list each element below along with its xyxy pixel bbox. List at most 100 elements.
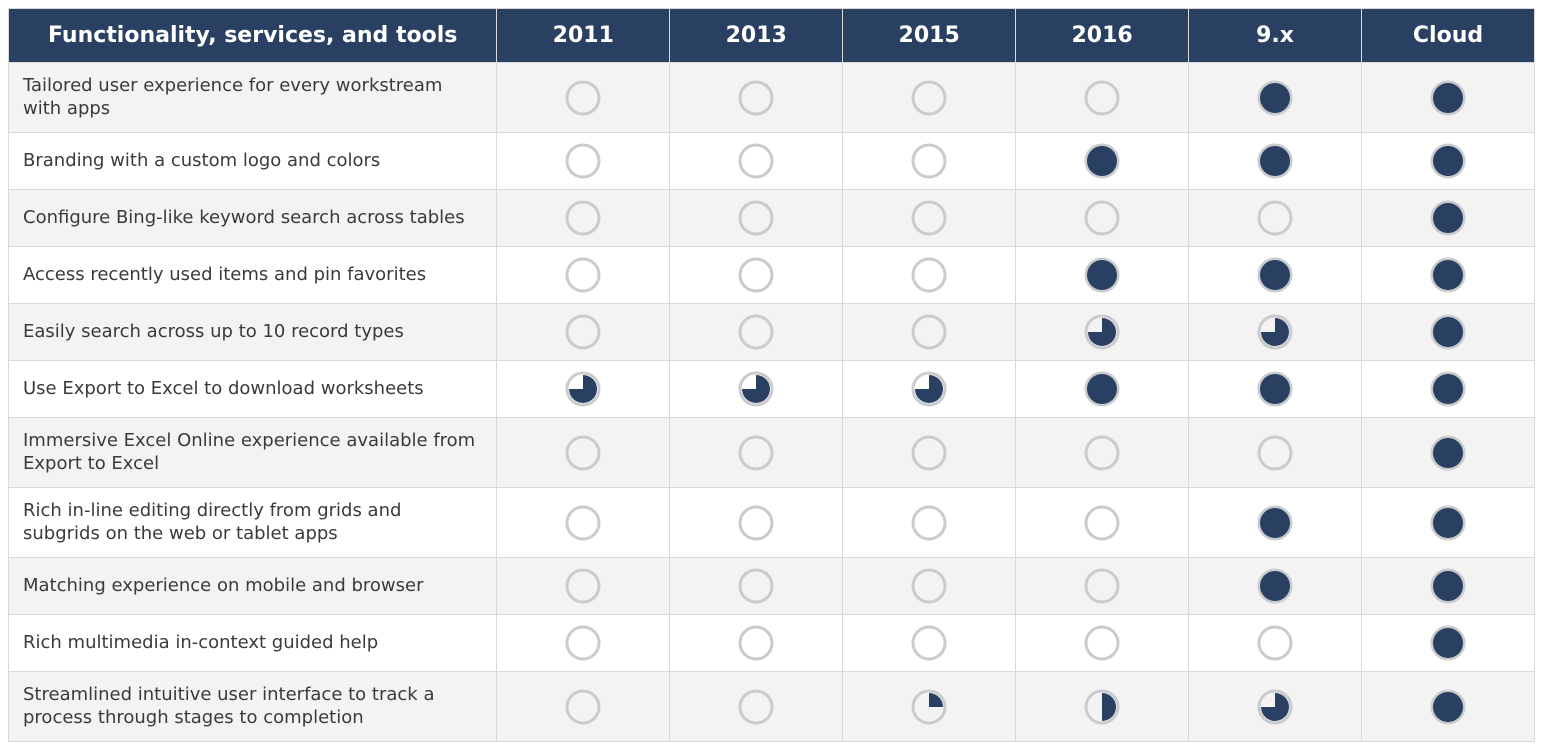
coverage-icon bbox=[1084, 568, 1120, 604]
coverage-cell bbox=[1362, 615, 1535, 672]
coverage-icon bbox=[1430, 625, 1466, 661]
coverage-cell bbox=[1189, 558, 1362, 615]
coverage-cell bbox=[1189, 418, 1362, 488]
coverage-cell bbox=[1189, 63, 1362, 133]
coverage-cell bbox=[497, 672, 670, 742]
coverage-cell bbox=[670, 488, 843, 558]
coverage-icon bbox=[911, 689, 947, 725]
coverage-cell bbox=[1362, 247, 1535, 304]
coverage-icon bbox=[738, 435, 774, 471]
col-feature: Functionality, services, and tools bbox=[9, 9, 497, 63]
coverage-icon bbox=[1257, 143, 1293, 179]
coverage-icon bbox=[1430, 435, 1466, 471]
feature-label: Use Export to Excel to download workshee… bbox=[9, 361, 497, 418]
coverage-icon bbox=[565, 435, 601, 471]
coverage-icon bbox=[1084, 435, 1120, 471]
coverage-icon bbox=[565, 505, 601, 541]
coverage-icon bbox=[1257, 435, 1293, 471]
coverage-icon bbox=[738, 200, 774, 236]
coverage-cell bbox=[1016, 615, 1189, 672]
table-row: Branding with a custom logo and colors bbox=[9, 133, 1535, 190]
coverage-cell bbox=[1016, 63, 1189, 133]
coverage-icon bbox=[1084, 505, 1120, 541]
table-row: Configure Bing-like keyword search acros… bbox=[9, 190, 1535, 247]
coverage-icon bbox=[1084, 371, 1120, 407]
coverage-icon bbox=[1257, 625, 1293, 661]
coverage-icon bbox=[1430, 568, 1466, 604]
coverage-icon bbox=[1084, 625, 1120, 661]
coverage-icon bbox=[738, 505, 774, 541]
table-row: Matching experience on mobile and browse… bbox=[9, 558, 1535, 615]
coverage-icon bbox=[1257, 505, 1293, 541]
coverage-cell bbox=[1016, 558, 1189, 615]
coverage-cell bbox=[497, 361, 670, 418]
col-2013: 2013 bbox=[670, 9, 843, 63]
coverage-icon bbox=[1257, 689, 1293, 725]
coverage-icon bbox=[911, 505, 947, 541]
coverage-cell bbox=[1016, 361, 1189, 418]
coverage-cell bbox=[670, 133, 843, 190]
coverage-icon bbox=[738, 371, 774, 407]
coverage-icon bbox=[1084, 257, 1120, 293]
coverage-icon bbox=[1430, 689, 1466, 725]
coverage-icon bbox=[738, 257, 774, 293]
coverage-cell bbox=[497, 488, 670, 558]
coverage-icon bbox=[1084, 689, 1120, 725]
coverage-icon bbox=[1430, 143, 1466, 179]
coverage-icon bbox=[738, 314, 774, 350]
coverage-cell bbox=[1362, 361, 1535, 418]
coverage-icon bbox=[1257, 371, 1293, 407]
feature-label: Easily search across up to 10 record typ… bbox=[9, 304, 497, 361]
coverage-icon bbox=[911, 371, 947, 407]
coverage-icon bbox=[738, 689, 774, 725]
coverage-cell bbox=[1189, 672, 1362, 742]
coverage-icon bbox=[1257, 80, 1293, 116]
coverage-icon bbox=[1084, 143, 1120, 179]
coverage-icon bbox=[1084, 200, 1120, 236]
header-row: Functionality, services, and tools 2011 … bbox=[9, 9, 1535, 63]
coverage-icon bbox=[738, 143, 774, 179]
coverage-cell bbox=[1189, 190, 1362, 247]
feature-label: Access recently used items and pin favor… bbox=[9, 247, 497, 304]
coverage-cell bbox=[670, 418, 843, 488]
coverage-cell bbox=[497, 247, 670, 304]
table-row: Immersive Excel Online experience availa… bbox=[9, 418, 1535, 488]
coverage-cell bbox=[497, 304, 670, 361]
coverage-cell bbox=[843, 190, 1016, 247]
coverage-cell bbox=[843, 418, 1016, 488]
feature-label: Rich in-line editing directly from grids… bbox=[9, 488, 497, 558]
feature-label: Rich multimedia in-context guided help bbox=[9, 615, 497, 672]
coverage-cell bbox=[670, 247, 843, 304]
table-row: Tailored user experience for every works… bbox=[9, 63, 1535, 133]
coverage-cell bbox=[1362, 672, 1535, 742]
coverage-cell bbox=[497, 63, 670, 133]
coverage-cell bbox=[497, 190, 670, 247]
coverage-cell bbox=[843, 672, 1016, 742]
coverage-icon bbox=[1430, 257, 1466, 293]
coverage-cell bbox=[1362, 488, 1535, 558]
coverage-icon bbox=[1257, 568, 1293, 604]
coverage-cell bbox=[1362, 63, 1535, 133]
coverage-cell bbox=[1189, 133, 1362, 190]
coverage-icon bbox=[1430, 371, 1466, 407]
coverage-cell bbox=[1362, 190, 1535, 247]
coverage-icon bbox=[565, 314, 601, 350]
col-9x: 9.x bbox=[1189, 9, 1362, 63]
coverage-cell bbox=[843, 133, 1016, 190]
feature-label: Streamlined intuitive user interface to … bbox=[9, 672, 497, 742]
coverage-cell bbox=[1362, 418, 1535, 488]
coverage-icon bbox=[738, 625, 774, 661]
coverage-cell bbox=[670, 190, 843, 247]
feature-label: Tailored user experience for every works… bbox=[9, 63, 497, 133]
coverage-icon bbox=[911, 435, 947, 471]
coverage-cell bbox=[1362, 133, 1535, 190]
coverage-cell bbox=[1189, 615, 1362, 672]
feature-label: Configure Bing-like keyword search acros… bbox=[9, 190, 497, 247]
coverage-icon bbox=[1430, 505, 1466, 541]
coverage-cell bbox=[1189, 488, 1362, 558]
coverage-icon bbox=[1430, 200, 1466, 236]
coverage-cell bbox=[843, 304, 1016, 361]
coverage-icon bbox=[1257, 200, 1293, 236]
coverage-cell bbox=[843, 63, 1016, 133]
coverage-cell bbox=[1016, 672, 1189, 742]
